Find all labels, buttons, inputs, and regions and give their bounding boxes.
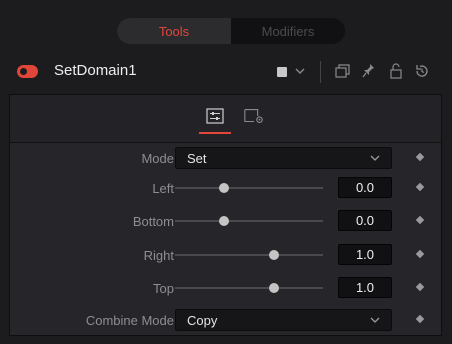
right-slider-handle[interactable] xyxy=(269,250,280,260)
reset-icon[interactable] xyxy=(413,60,431,88)
combine-mode-value: Copy xyxy=(187,313,218,328)
left-label: Left xyxy=(152,181,174,196)
right-label: Right xyxy=(143,248,174,263)
lock-icon[interactable] xyxy=(388,60,404,88)
top-label: Top xyxy=(153,281,174,296)
right-slider[interactable] xyxy=(175,254,323,256)
left-value-field[interactable]: 0.0 xyxy=(338,177,392,198)
row-right: Right 1.0 xyxy=(10,242,441,268)
tab-modifiers[interactable]: Modifiers xyxy=(231,18,345,44)
color-swatch-icon[interactable] xyxy=(277,67,287,77)
mode-dropdown[interactable]: Set xyxy=(175,147,392,169)
header-divider xyxy=(320,61,321,83)
bottom-slider[interactable] xyxy=(175,220,323,222)
mode-label: Mode xyxy=(141,151,174,166)
keyframe-diamond-icon[interactable] xyxy=(415,152,425,162)
keyframe-diamond-icon[interactable] xyxy=(415,182,425,192)
bottom-slider-handle[interactable] xyxy=(218,216,229,226)
tab-tools[interactable]: Tools xyxy=(117,18,231,44)
row-mode: Mode Set xyxy=(10,145,441,171)
bottom-label: Bottom xyxy=(132,214,174,229)
bottom-value-field[interactable]: 0.0 xyxy=(338,210,392,231)
tab-bar: Tools Modifiers xyxy=(117,18,345,44)
top-slider-handle[interactable] xyxy=(269,283,280,293)
row-combine-mode: Combine Mode Copy xyxy=(10,307,441,333)
left-slider-handle[interactable] xyxy=(218,183,229,193)
gear-settings-icon[interactable] xyxy=(243,105,265,127)
controls-panel: Mode Set Left 0.0 Bottom 0.0 Right 1.0 T… xyxy=(9,94,442,336)
keyframe-diamond-icon[interactable] xyxy=(415,314,425,324)
row-top: Top 1.0 xyxy=(10,275,441,301)
sliders-icon[interactable] xyxy=(204,105,226,127)
row-left: Left 0.0 xyxy=(10,175,441,201)
tool-enable-toggle[interactable] xyxy=(17,65,38,78)
copy-icon[interactable] xyxy=(334,60,350,88)
combine-mode-label: Combine Mode xyxy=(85,313,174,328)
chevron-down-icon xyxy=(369,313,381,330)
chevron-down-icon xyxy=(369,151,381,168)
top-value-field[interactable]: 1.0 xyxy=(338,277,392,298)
keyframe-diamond-icon[interactable] xyxy=(415,249,425,259)
left-slider[interactable] xyxy=(175,187,323,189)
tool-name: SetDomain1 xyxy=(54,62,137,79)
chevron-down-icon[interactable] xyxy=(294,60,306,88)
row-bottom: Bottom 0.0 xyxy=(10,208,441,234)
right-value-field[interactable]: 1.0 xyxy=(338,244,392,265)
mode-value: Set xyxy=(187,151,207,166)
tool-header: SetDomain1 xyxy=(0,54,452,90)
combine-mode-dropdown[interactable]: Copy xyxy=(175,309,392,331)
panel-tab-bar xyxy=(10,95,441,143)
top-slider[interactable] xyxy=(175,287,323,289)
active-tab-indicator xyxy=(199,132,231,134)
pin-icon[interactable] xyxy=(361,60,377,88)
keyframe-diamond-icon[interactable] xyxy=(415,282,425,292)
keyframe-diamond-icon[interactable] xyxy=(415,215,425,225)
